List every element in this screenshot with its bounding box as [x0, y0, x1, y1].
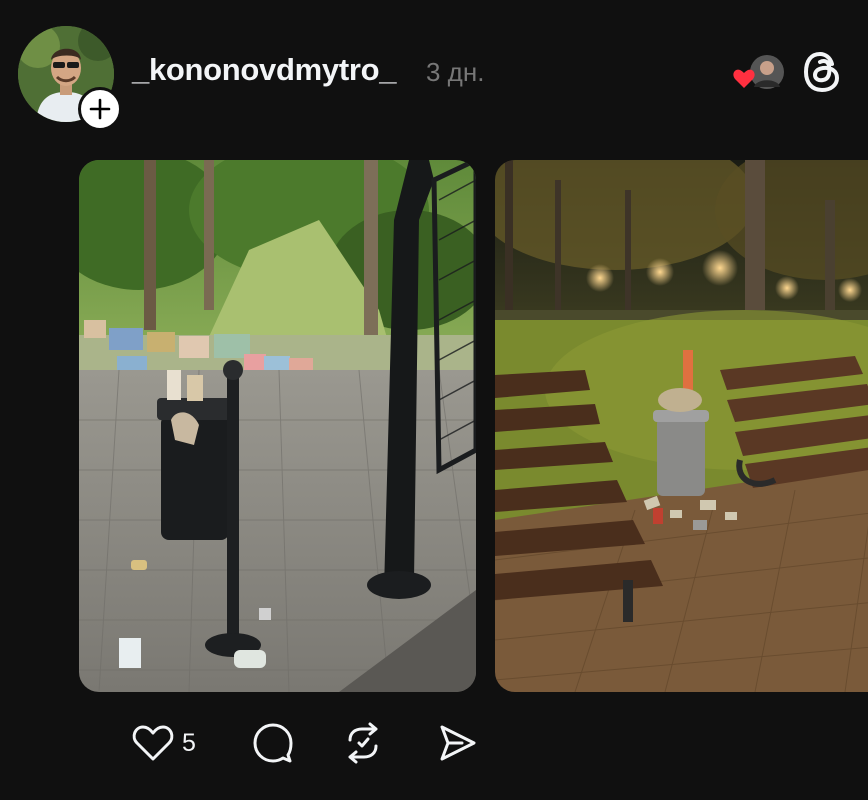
- heart-badge-icon: [733, 69, 755, 88]
- repost-button[interactable]: [342, 720, 384, 766]
- plus-icon: [89, 98, 111, 120]
- thread-post: _kononovdmytro_ 3 дн. 5: [0, 0, 868, 800]
- send-icon: [440, 725, 476, 761]
- media-carousel[interactable]: [0, 160, 868, 692]
- liker-avatar-badge[interactable]: [732, 54, 788, 94]
- repost-icon: [348, 722, 378, 764]
- post-time: 3 дн.: [426, 57, 485, 87]
- post-photo-2[interactable]: [495, 160, 868, 692]
- heart-icon: [132, 725, 174, 761]
- share-button[interactable]: [438, 720, 478, 766]
- comment-button[interactable]: [252, 720, 294, 766]
- like-count: 5: [182, 728, 196, 757]
- like-button[interactable]: 5: [132, 720, 196, 766]
- threads-logo-icon[interactable]: [802, 50, 842, 94]
- follow-button[interactable]: [78, 87, 122, 131]
- author-username[interactable]: _kononovdmytro_: [132, 52, 397, 88]
- post-actions: 5: [0, 720, 868, 770]
- post-photo-1[interactable]: [79, 160, 476, 692]
- comment-icon: [253, 723, 293, 763]
